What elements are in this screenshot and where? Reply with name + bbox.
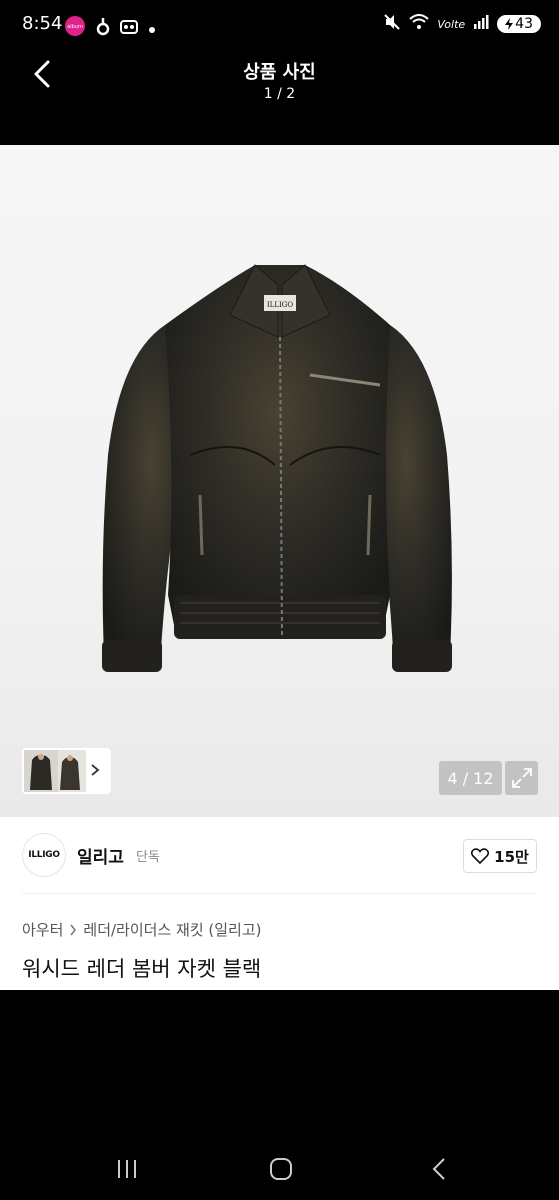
brand-row: ILLIGO 일리고 단독 15만 <box>0 817 559 893</box>
signal-icon <box>473 14 489 34</box>
chevron-right-icon <box>70 924 77 935</box>
mute-icon <box>383 13 401 35</box>
header: 상품 사진 1 / 2 <box>0 50 559 145</box>
nav-back-icon <box>432 1158 445 1180</box>
thumbnail-strip[interactable] <box>22 748 111 794</box>
notification-icon <box>96 16 110 40</box>
breadcrumb-subcategory[interactable]: 레더/라이더스 재킷 (일리고) <box>83 919 261 940</box>
voicemail-icon <box>120 19 138 38</box>
image-set-counter: 1 / 2 <box>263 86 296 102</box>
like-count: 15만 <box>494 847 529 866</box>
lte-label: Volte <box>437 17 466 31</box>
app-notification-icon: album <box>64 15 86 41</box>
breadcrumb-category[interactable]: 아우터 <box>22 919 63 940</box>
brand-name[interactable]: 일리고 <box>77 843 124 868</box>
system-nav-bar <box>0 1132 559 1200</box>
battery-indicator: 43 <box>497 15 541 33</box>
thumbnail-2[interactable] <box>54 750 86 792</box>
wifi-icon <box>409 14 430 34</box>
recent-apps-icon <box>118 1160 136 1178</box>
breadcrumb: 아우터 레더/라이더스 재킷 (일리고) <box>22 919 262 940</box>
nav-back-button[interactable] <box>425 1154 455 1184</box>
like-button[interactable]: 15만 <box>463 839 537 873</box>
brand-logo[interactable]: ILLIGO <box>22 833 66 877</box>
photo-page-counter: 4 / 12 <box>439 761 502 795</box>
page-title: 상품 사진 <box>243 62 316 83</box>
svg-text:album: album <box>67 24 83 30</box>
battery-level: 43 <box>515 16 533 32</box>
status-left-icons: album <box>64 15 156 41</box>
divider <box>22 893 537 894</box>
exclusive-badge: 단독 <box>136 850 160 865</box>
content-area: ILLIGO 4 / 12 ILLIGO 일리고 단독 15만 아우터 레더/라… <box>0 145 559 990</box>
heart-icon <box>471 848 490 864</box>
chevron-right-icon[interactable] <box>90 762 100 781</box>
expand-icon <box>511 768 532 788</box>
status-time: 8:54 <box>22 13 63 34</box>
product-title: 워시드 레더 봄버 자켓 블랙 <box>22 957 262 981</box>
expand-button[interactable] <box>505 761 538 795</box>
dot-icon <box>148 19 156 38</box>
jacket-label: ILLIGO <box>267 301 293 309</box>
charging-icon <box>505 18 514 30</box>
home-icon <box>270 1158 292 1180</box>
jacket-image: ILLIGO <box>102 264 452 672</box>
recent-apps-button[interactable] <box>112 1154 142 1184</box>
status-right: Volte 43 <box>383 13 541 35</box>
product-photo[interactable]: ILLIGO 4 / 12 <box>0 145 559 817</box>
thumbnail-1[interactable] <box>24 750 58 792</box>
home-button[interactable] <box>266 1154 296 1184</box>
status-bar: 8:54 album Volte 43 <box>0 0 559 50</box>
